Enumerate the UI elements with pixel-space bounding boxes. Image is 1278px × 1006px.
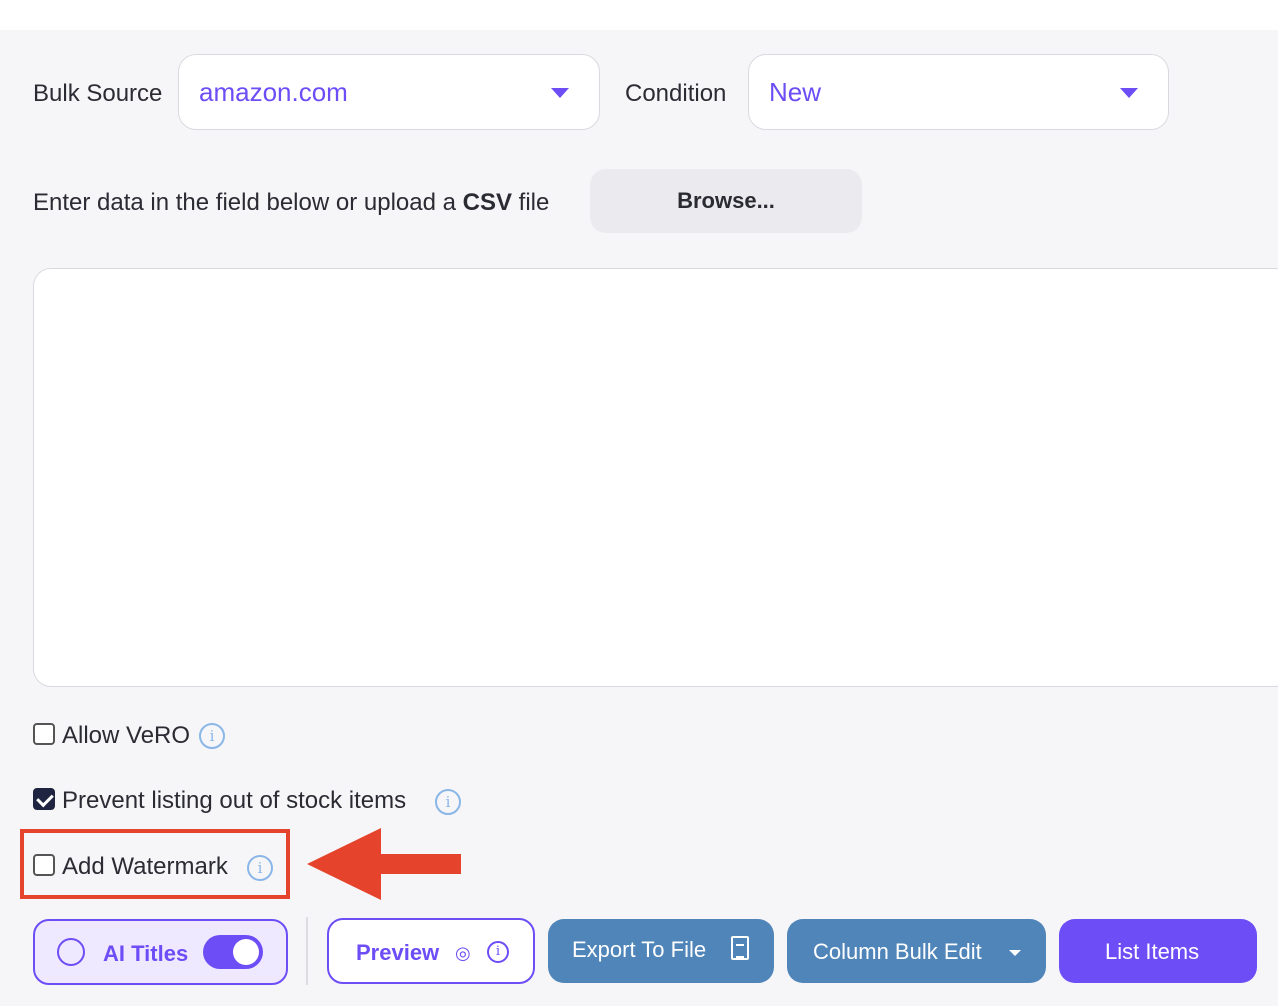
allow-vero-checkbox[interactable] — [33, 723, 55, 745]
chevron-down-icon — [551, 88, 569, 98]
export-label: Export To File — [572, 937, 707, 962]
info-icon[interactable]: i — [487, 941, 509, 963]
column-bulk-edit-button[interactable]: Column Bulk Edit — [787, 919, 1046, 983]
ai-titles-toggle-button[interactable]: AI Titles — [33, 919, 288, 985]
file-icon — [731, 936, 749, 960]
condition-select[interactable]: New — [748, 54, 1169, 130]
highlight-box — [20, 829, 290, 899]
eye-icon: ◎ — [455, 943, 471, 963]
bulk-source-select[interactable]: amazon.com — [178, 54, 600, 130]
allow-vero-label: Allow VeRO — [62, 722, 191, 749]
condition-label: Condition — [625, 80, 727, 107]
lightning-icon — [57, 938, 85, 966]
chevron-down-icon — [1120, 88, 1138, 98]
list-items-label: List Items — [1105, 939, 1200, 964]
ai-titles-switch[interactable] — [203, 935, 263, 969]
column-bulk-label: Column Bulk Edit — [813, 939, 982, 964]
toolbar-divider — [306, 917, 308, 985]
bulk-source-value: amazon.com — [199, 77, 348, 107]
arrow-left-icon — [307, 828, 461, 900]
prevent-oos-checkbox[interactable] — [33, 788, 55, 810]
upload-instruction: Enter data in the field below or upload … — [33, 189, 550, 216]
bulk-source-label: Bulk Source — [33, 80, 163, 107]
caret-down-icon — [1009, 950, 1021, 956]
prevent-oos-label: Prevent listing out of stock items — [62, 787, 407, 814]
ai-titles-label: AI Titles — [103, 941, 189, 966]
condition-value: New — [769, 77, 822, 107]
info-icon[interactable]: i — [435, 789, 461, 815]
preview-label: Preview — [356, 940, 440, 965]
export-to-file-button[interactable]: Export To File — [548, 919, 774, 983]
bulk-data-textarea[interactable] — [33, 268, 1278, 687]
browse-button[interactable]: Browse... — [590, 169, 862, 233]
list-items-button[interactable]: List Items — [1059, 919, 1257, 983]
info-icon[interactable]: i — [199, 723, 225, 749]
preview-button[interactable]: Preview ◎ i — [327, 918, 535, 984]
